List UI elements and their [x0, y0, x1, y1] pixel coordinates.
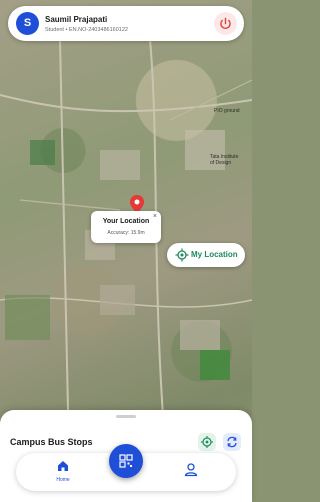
refresh-icon: [227, 436, 237, 448]
power-icon: [220, 17, 231, 29]
qr-icon: [119, 454, 133, 468]
close-icon[interactable]: ×: [153, 213, 157, 220]
my-location-button[interactable]: My Location: [167, 243, 245, 267]
nav-home-label: Home: [56, 477, 70, 483]
locate-icon: [201, 436, 213, 448]
bottom-safe-area: [0, 491, 252, 502]
sheet-drag-handle[interactable]: [116, 415, 136, 418]
refresh-button[interactable]: [223, 433, 241, 451]
nav-home[interactable]: Home: [50, 457, 76, 487]
user-name: Saumil Prajapati: [45, 15, 108, 24]
accuracy-text: Accuracy: 15.9m: [107, 230, 145, 236]
avatar[interactable]: S: [16, 12, 39, 35]
locate-stops-button[interactable]: [198, 433, 216, 451]
info-title: Your Location: [102, 218, 150, 225]
map-label: Tata Institute of Design: [210, 154, 239, 166]
profile-icon: [184, 463, 198, 477]
location-info-window: Your Location Accuracy: 15.9m ×: [91, 211, 161, 243]
locate-icon: [175, 248, 189, 262]
user-header-card: S Saumil Prajapati Student • EN.NO-24034…: [8, 6, 244, 41]
sheet-title: Campus Bus Stops: [10, 437, 93, 447]
home-icon: [58, 461, 68, 471]
user-enrollment: Student • EN.NO-2403486160122: [45, 27, 128, 33]
scan-qr-button[interactable]: [109, 444, 143, 478]
nav-profile[interactable]: [181, 460, 201, 480]
logout-button[interactable]: [214, 12, 237, 35]
map-label: PIO ground: [214, 108, 240, 114]
my-location-label: My Location: [191, 250, 238, 259]
